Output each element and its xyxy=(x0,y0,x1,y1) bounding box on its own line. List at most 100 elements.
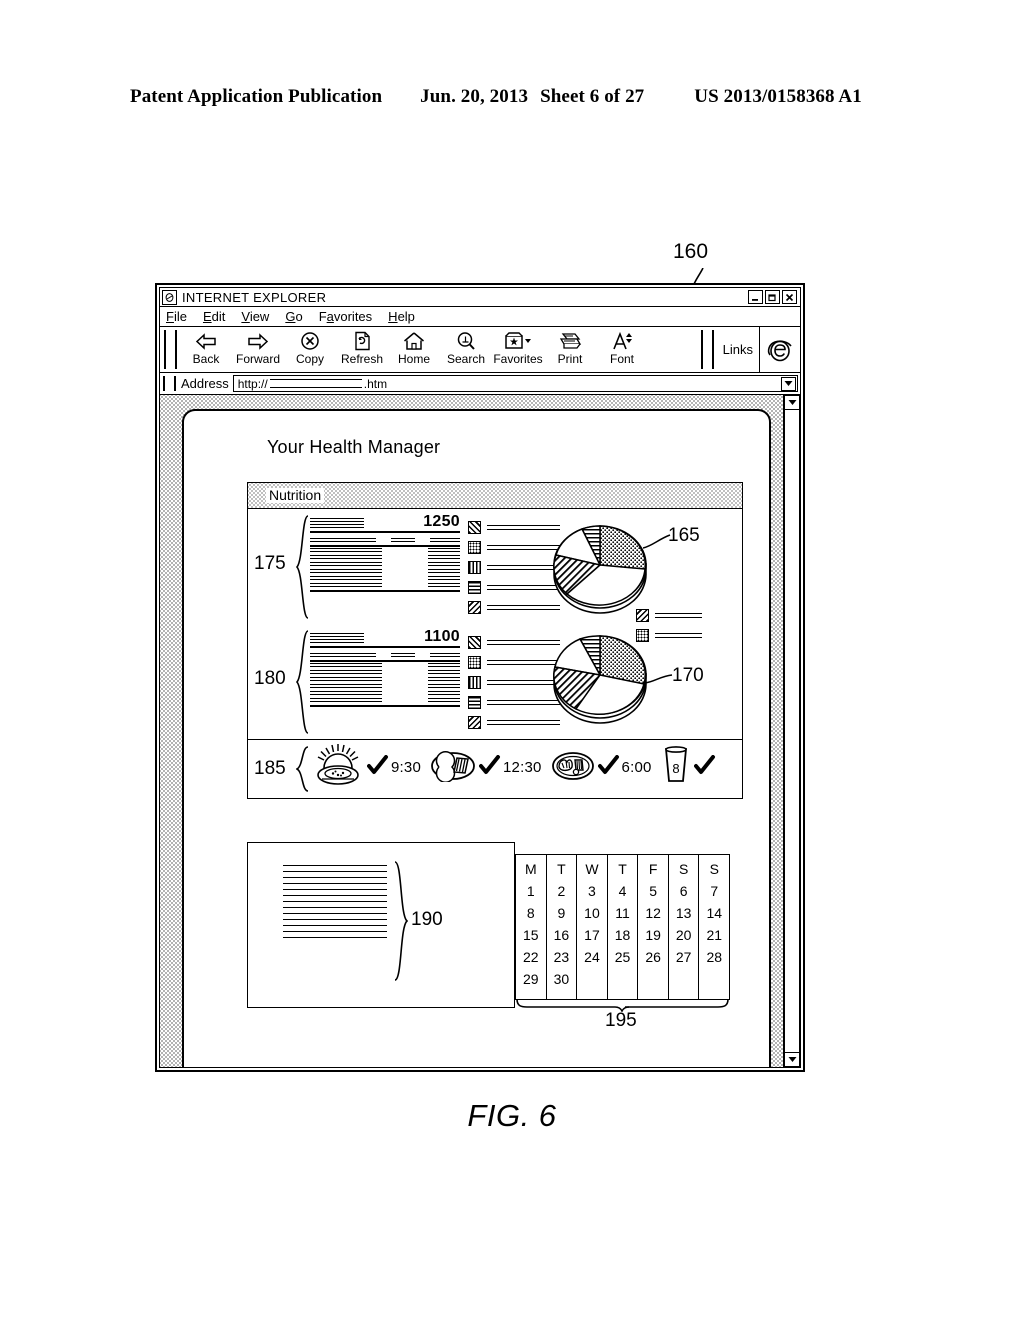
menu-item-edit[interactable]: Edit xyxy=(203,309,225,324)
meal-breakfast[interactable]: 9:30 xyxy=(312,742,421,793)
calendar-day-header: T xyxy=(557,861,566,877)
vertical-scrollbar[interactable] xyxy=(783,395,800,1067)
calendar-date[interactable]: 19 xyxy=(645,924,661,946)
calendar-date[interactable]: 9 xyxy=(557,902,565,924)
sub-cell xyxy=(430,651,460,657)
calendar-date[interactable]: 26 xyxy=(645,946,661,968)
calendar-column-tuesday[interactable]: T 2 9 16 23 30 xyxy=(547,855,578,999)
menu-item-favorites[interactable]: Favorites xyxy=(319,309,372,324)
scrollbar-track[interactable] xyxy=(784,410,800,1052)
favorites-folder-icon xyxy=(504,330,532,352)
ie-logo-icon[interactable] xyxy=(759,327,800,372)
calendar-date[interactable]: 27 xyxy=(676,946,692,968)
calendar-date[interactable]: 29 xyxy=(523,968,539,990)
calendar-date[interactable]: 11 xyxy=(615,902,630,924)
meal-lunch[interactable]: 12:30 xyxy=(430,748,542,787)
calendar-date[interactable]: 10 xyxy=(584,902,600,924)
menu-bar: File Edit View Go Favorites Help xyxy=(160,307,800,327)
calendar-column-wednesday[interactable]: W 3 10 17 24 xyxy=(577,855,608,999)
refresh-button[interactable]: Refresh xyxy=(336,330,388,366)
calendar-column-thursday[interactable]: T 4 11 18 25 xyxy=(608,855,639,999)
close-button[interactable] xyxy=(782,290,797,304)
calendar-column-friday[interactable]: F 5 12 19 26 xyxy=(638,855,669,999)
calendar-column-monday[interactable]: M 1 8 15 22 29 xyxy=(516,855,547,999)
toolbar-grip-handle[interactable] xyxy=(164,330,177,369)
menu-item-view[interactable]: View xyxy=(241,309,269,324)
menu-item-help[interactable]: Help xyxy=(388,309,415,324)
address-dropdown-button[interactable] xyxy=(781,376,796,391)
calendar-date[interactable]: 30 xyxy=(554,968,570,990)
calendar-date[interactable]: 18 xyxy=(615,924,631,946)
meal-list: 9:30 12:30 6:00 8 xyxy=(312,742,725,793)
publication-label: Patent Application Publication xyxy=(130,86,383,107)
links-button[interactable]: Links xyxy=(717,327,759,372)
back-button[interactable]: Back xyxy=(180,330,232,366)
restore-button[interactable] xyxy=(765,290,780,304)
scroll-up-button[interactable] xyxy=(784,395,800,410)
calendar-date[interactable]: 16 xyxy=(554,924,570,946)
nutrient-legend-175 xyxy=(468,521,560,621)
calendar-column-sunday[interactable]: S 7 14 21 28 xyxy=(699,855,729,999)
brace-180 xyxy=(296,630,309,734)
copy-button[interactable]: Copy xyxy=(284,330,336,366)
calendar-date[interactable]: 25 xyxy=(615,946,631,968)
forward-arrow-icon xyxy=(247,330,269,352)
calorie-total-180: 1100 xyxy=(424,627,460,645)
forward-button[interactable]: Forward xyxy=(232,330,284,366)
calendar-date[interactable]: 20 xyxy=(676,924,692,946)
calendar-date[interactable]: 4 xyxy=(619,880,627,902)
font-button[interactable]: Font xyxy=(596,330,648,366)
magnifier-icon xyxy=(456,330,476,352)
calendar-date[interactable]: 3 xyxy=(588,880,596,902)
calendar-date[interactable]: 24 xyxy=(584,946,600,968)
calendar-date[interactable]: 5 xyxy=(649,880,657,902)
calendar-date[interactable]: 1 xyxy=(527,880,535,902)
calendar-date[interactable]: 14 xyxy=(706,902,722,924)
scroll-down-button[interactable] xyxy=(784,1052,800,1067)
calendar-date[interactable]: 21 xyxy=(706,924,722,946)
table-175-rule-bottom xyxy=(310,590,460,592)
minimize-button[interactable] xyxy=(748,290,763,304)
calendar-date[interactable]: 13 xyxy=(676,902,692,924)
calendar-column-saturday[interactable]: S 6 13 20 27 xyxy=(669,855,700,999)
calendar-date[interactable]: 28 xyxy=(706,946,722,968)
calendar-date[interactable]: 23 xyxy=(554,946,570,968)
table-row xyxy=(310,663,460,667)
address-grip-handle[interactable] xyxy=(163,376,176,391)
calendar-date[interactable]: 6 xyxy=(680,880,688,902)
calendar-date[interactable]: 17 xyxy=(584,924,600,946)
links-grip-handle[interactable] xyxy=(700,330,714,369)
calendar-date[interactable]: 22 xyxy=(523,946,539,968)
calendar-date[interactable]: 8 xyxy=(527,902,535,924)
refresh-label: Refresh xyxy=(340,352,384,366)
calendar-date[interactable]: 2 xyxy=(557,880,565,902)
brace-175 xyxy=(296,515,309,619)
toolbar: Back Forward Copy Refresh Home Search Fa… xyxy=(160,327,800,373)
swatch-horizontal-lines-icon xyxy=(468,696,481,709)
table-row xyxy=(310,670,460,674)
favorites-button[interactable]: Favorites xyxy=(492,330,544,366)
calendar-date[interactable]: 7 xyxy=(710,880,718,902)
menu-item-go[interactable]: Go xyxy=(285,309,302,324)
address-input[interactable]: http:// .htm xyxy=(232,375,798,392)
notes-redacted-lines xyxy=(283,865,387,943)
address-suffix: .htm xyxy=(363,376,388,391)
callout-175-label: 175 xyxy=(254,553,286,574)
sub-cell xyxy=(310,536,376,542)
search-button[interactable]: Search xyxy=(440,330,492,366)
meal-water[interactable]: 8 xyxy=(661,746,716,789)
pie-chart-170: 170 xyxy=(548,627,704,737)
swatch-reverse-diagonal-icon xyxy=(468,716,481,729)
legend-item xyxy=(468,696,560,709)
meal-dinner[interactable]: 6:00 xyxy=(551,748,652,787)
calendar-195[interactable]: M 1 8 15 22 29 T 2 9 16 23 30 W 3 10 17 … xyxy=(515,854,730,1000)
notes-panel-190: 190 xyxy=(247,842,515,1008)
print-label: Print xyxy=(557,352,583,366)
home-button[interactable]: Home xyxy=(388,330,440,366)
calendar-date[interactable]: 12 xyxy=(645,902,661,924)
sandwich-plate-icon xyxy=(430,748,476,787)
check-icon xyxy=(693,755,716,780)
menu-item-file[interactable]: File xyxy=(166,309,187,324)
print-button[interactable]: Print xyxy=(544,330,596,366)
calendar-date[interactable]: 15 xyxy=(523,924,539,946)
